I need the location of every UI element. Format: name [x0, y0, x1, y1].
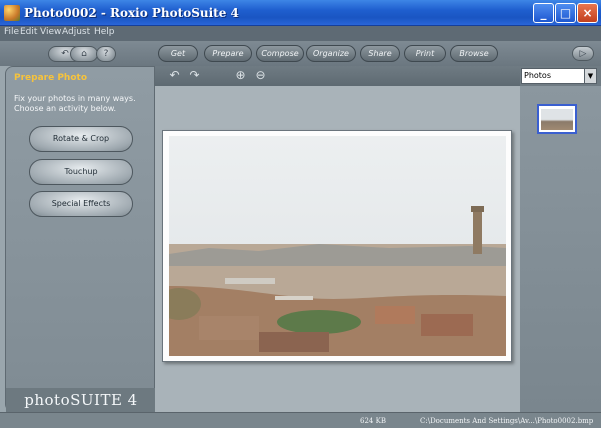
get-button[interactable]: Get: [158, 45, 198, 62]
help-icon: ?: [103, 49, 109, 59]
photo-frame: [162, 130, 512, 362]
photos-dropdown[interactable]: Photos ▼: [521, 68, 597, 84]
window-title: Photo0002 - Roxio PhotoSuite 4: [24, 6, 239, 20]
app-icon[interactable]: [4, 5, 20, 21]
photo-workspace: [155, 86, 520, 412]
panel-title: Prepare Photo: [14, 73, 88, 83]
redo-icon[interactable]: ↷: [187, 68, 202, 83]
menu-adjust[interactable]: Adjust: [62, 27, 90, 37]
app-window: Photo0002 - Roxio PhotoSuite 4 _ □ × Fil…: [0, 0, 601, 428]
menu-view[interactable]: View: [40, 27, 61, 37]
forward-button[interactable]: ▷: [572, 46, 594, 61]
print-button[interactable]: Print: [404, 45, 446, 62]
share-button[interactable]: Share: [360, 45, 400, 62]
prepare-button[interactable]: Prepare: [204, 45, 252, 62]
thumbnail-image: [541, 109, 573, 130]
file-path: C:\Documents And Settings\Av...\Photo000…: [420, 417, 594, 425]
activity-panel: Prepare Photo Fix your photos in many wa…: [5, 66, 156, 413]
photo-image[interactable]: [169, 136, 506, 356]
city-photo-svg: [169, 136, 506, 356]
close-button[interactable]: ×: [577, 3, 598, 23]
home-button[interactable]: ⌂: [70, 46, 98, 62]
zoom-out-icon[interactable]: ⊖: [253, 68, 268, 83]
maximize-button[interactable]: □: [555, 3, 576, 23]
undo-icon[interactable]: ↶: [167, 68, 182, 83]
rotate-crop-button[interactable]: Rotate & Crop: [29, 126, 133, 152]
status-bar: 624 KB C:\Documents And Settings\Av...\P…: [0, 412, 601, 428]
toolbar: ↶ ⌂ ? Get Prepare Compose Organize Share…: [0, 41, 601, 66]
help-button[interactable]: ?: [96, 46, 116, 62]
minimize-button[interactable]: _: [533, 3, 554, 23]
menu-help[interactable]: Help: [94, 27, 115, 37]
special-effects-button[interactable]: Special Effects: [29, 191, 133, 217]
zoom-in-icon[interactable]: ⊕: [233, 68, 248, 83]
photos-dropdown-value: Photos: [524, 71, 551, 80]
compose-button[interactable]: Compose: [256, 45, 304, 62]
browse-button[interactable]: Browse: [450, 45, 498, 62]
menu-edit[interactable]: Edit: [20, 27, 37, 37]
organize-button[interactable]: Organize: [306, 45, 356, 62]
forward-icon: ▷: [579, 49, 587, 59]
home-icon: ⌂: [81, 49, 87, 59]
touchup-button[interactable]: Touchup: [29, 159, 133, 185]
edit-toolbar: ↶ ↷ ⊕ ⊖: [155, 66, 520, 86]
thumbnail-panel: [520, 86, 601, 412]
chevron-down-icon[interactable]: ▼: [584, 69, 596, 83]
file-size: 624 KB: [360, 417, 386, 425]
photo-thumbnail[interactable]: [537, 104, 577, 134]
photosuite-logo: photoSUITE 4: [6, 388, 156, 413]
menu-file[interactable]: File: [4, 27, 19, 37]
menu-bar: File Edit View Adjust Help: [0, 26, 601, 41]
title-bar[interactable]: Photo0002 - Roxio PhotoSuite 4 _ □ ×: [0, 0, 601, 26]
panel-description: Fix your photos in many ways. Choose an …: [14, 94, 136, 113]
